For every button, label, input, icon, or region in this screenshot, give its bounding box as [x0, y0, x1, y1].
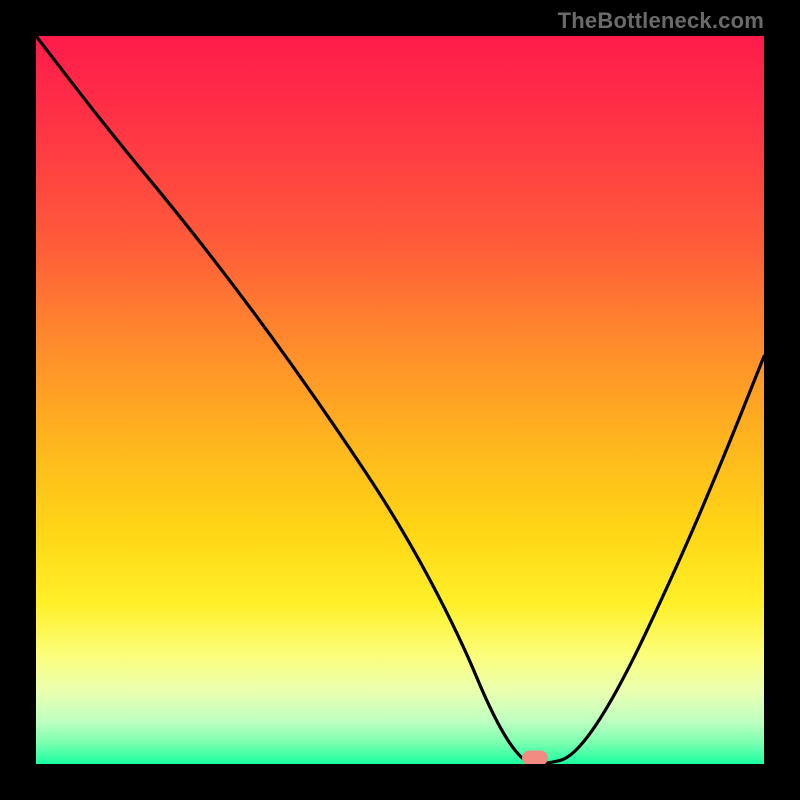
curve-path [36, 36, 764, 764]
plot-area [36, 36, 764, 764]
watermark-text: TheBottleneck.com [558, 8, 764, 34]
bottleneck-curve [36, 36, 764, 764]
chart-container: TheBottleneck.com [0, 0, 800, 800]
optimal-point-marker [522, 751, 548, 764]
